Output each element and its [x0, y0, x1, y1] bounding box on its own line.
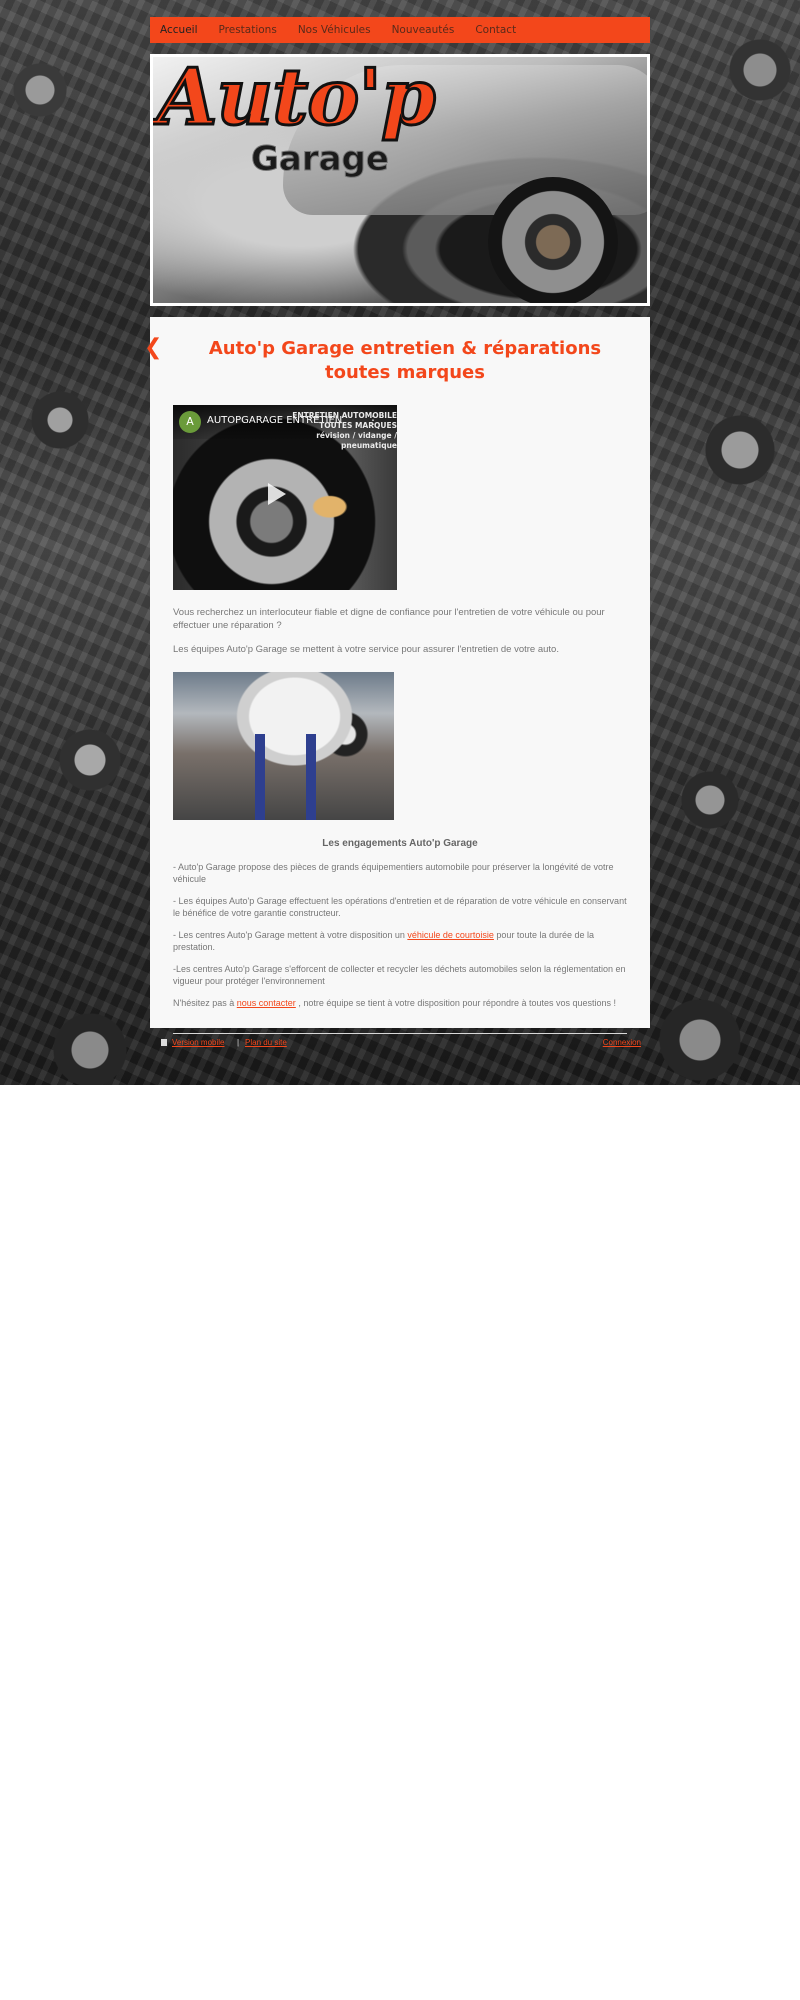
site-footer: Version mobile | Plan du site Connexion: [161, 1038, 641, 1052]
site-logo-subtitle: Garage: [251, 139, 390, 180]
banner-image: Auto'p Garage: [153, 57, 647, 303]
video-overlay-line-2: TOUTES MARQUES: [319, 421, 397, 430]
content-panel: ❮ Auto'p Garage entretien & réparations …: [144, 317, 650, 1034]
contact-us-link[interactable]: nous contacter: [237, 998, 296, 1008]
courtesy-vehicle-link[interactable]: véhicule de courtoisie: [407, 930, 494, 940]
garage-photo: [173, 672, 394, 820]
video-overlay-line-1: ENTRETIEN AUTOMOBILE: [292, 411, 397, 420]
engagement-item-3: - Les centres Auto'p Garage mettent à vo…: [173, 929, 627, 953]
site-logo[interactable]: Auto'p: [156, 57, 438, 138]
mobile-version-link[interactable]: Version mobile: [172, 1038, 224, 1047]
video-embed[interactable]: A AUTOPGARAGE ENTRETIEN ⋮ ENTRETIEN AUTO…: [173, 405, 397, 590]
sitemap-link[interactable]: Plan du site: [245, 1038, 287, 1047]
contact-invitation-end: , notre équipe se tient à votre disposit…: [295, 998, 617, 1008]
intro-paragraph-2: Les équipes Auto'p Garage se mettent à v…: [173, 644, 559, 655]
lift-post-illustration: [255, 734, 265, 820]
engagement-item-2: - Les équipes Auto'p Garage effectuent l…: [173, 896, 627, 918]
contact-invitation-text: N'hésitez pas à: [173, 998, 237, 1008]
nav-item-accueil[interactable]: Accueil: [160, 24, 198, 36]
page-title: Auto'p Garage entretien & réparations to…: [208, 338, 602, 383]
mobile-icon: [161, 1039, 167, 1046]
contact-invitation: N'hésitez pas à nous contacter , notre é…: [173, 997, 627, 1009]
login-link[interactable]: Connexion: [603, 1038, 641, 1047]
car-wheel-illustration: [488, 177, 618, 303]
header-banner: Auto'p Garage: [150, 54, 650, 306]
footer-separator: |: [237, 1038, 240, 1047]
engagement-item-3-text: - Les centres Auto'p Garage mettent à vo…: [173, 930, 408, 940]
nav-item-vehicules[interactable]: Nos Véhicules: [298, 24, 371, 36]
intro-paragraph-1: Vous recherchez un interlocuteur fiable …: [173, 607, 605, 631]
main-navigation: Accueil Prestations Nos Véhicules Nouvea…: [150, 17, 650, 43]
chevron-left-icon[interactable]: ❮: [144, 337, 162, 359]
content-divider: [173, 1033, 627, 1034]
video-overlay-text: ENTRETIEN AUTOMOBILE TOUTES MARQUES révi…: [287, 411, 397, 451]
nav-item-nouveautes[interactable]: Nouveautés: [392, 24, 455, 36]
channel-avatar[interactable]: A: [179, 411, 201, 433]
lift-post-illustration: [306, 734, 316, 820]
engagement-item-4: -Les centres Auto'p Garage s'efforcent d…: [173, 964, 626, 986]
play-icon[interactable]: [268, 483, 286, 505]
nav-item-prestations[interactable]: Prestations: [219, 24, 277, 36]
video-overlay-line-3: révision / vidange / pneumatique: [316, 431, 397, 450]
site-wrapper: Accueil Prestations Nos Véhicules Nouvea…: [144, 17, 650, 1034]
engagement-item-1: - Auto'p Garage propose des pièces de gr…: [173, 862, 614, 884]
nav-item-contact[interactable]: Contact: [475, 24, 516, 36]
engagements-heading: Les engagements Auto'p Garage: [322, 838, 478, 849]
